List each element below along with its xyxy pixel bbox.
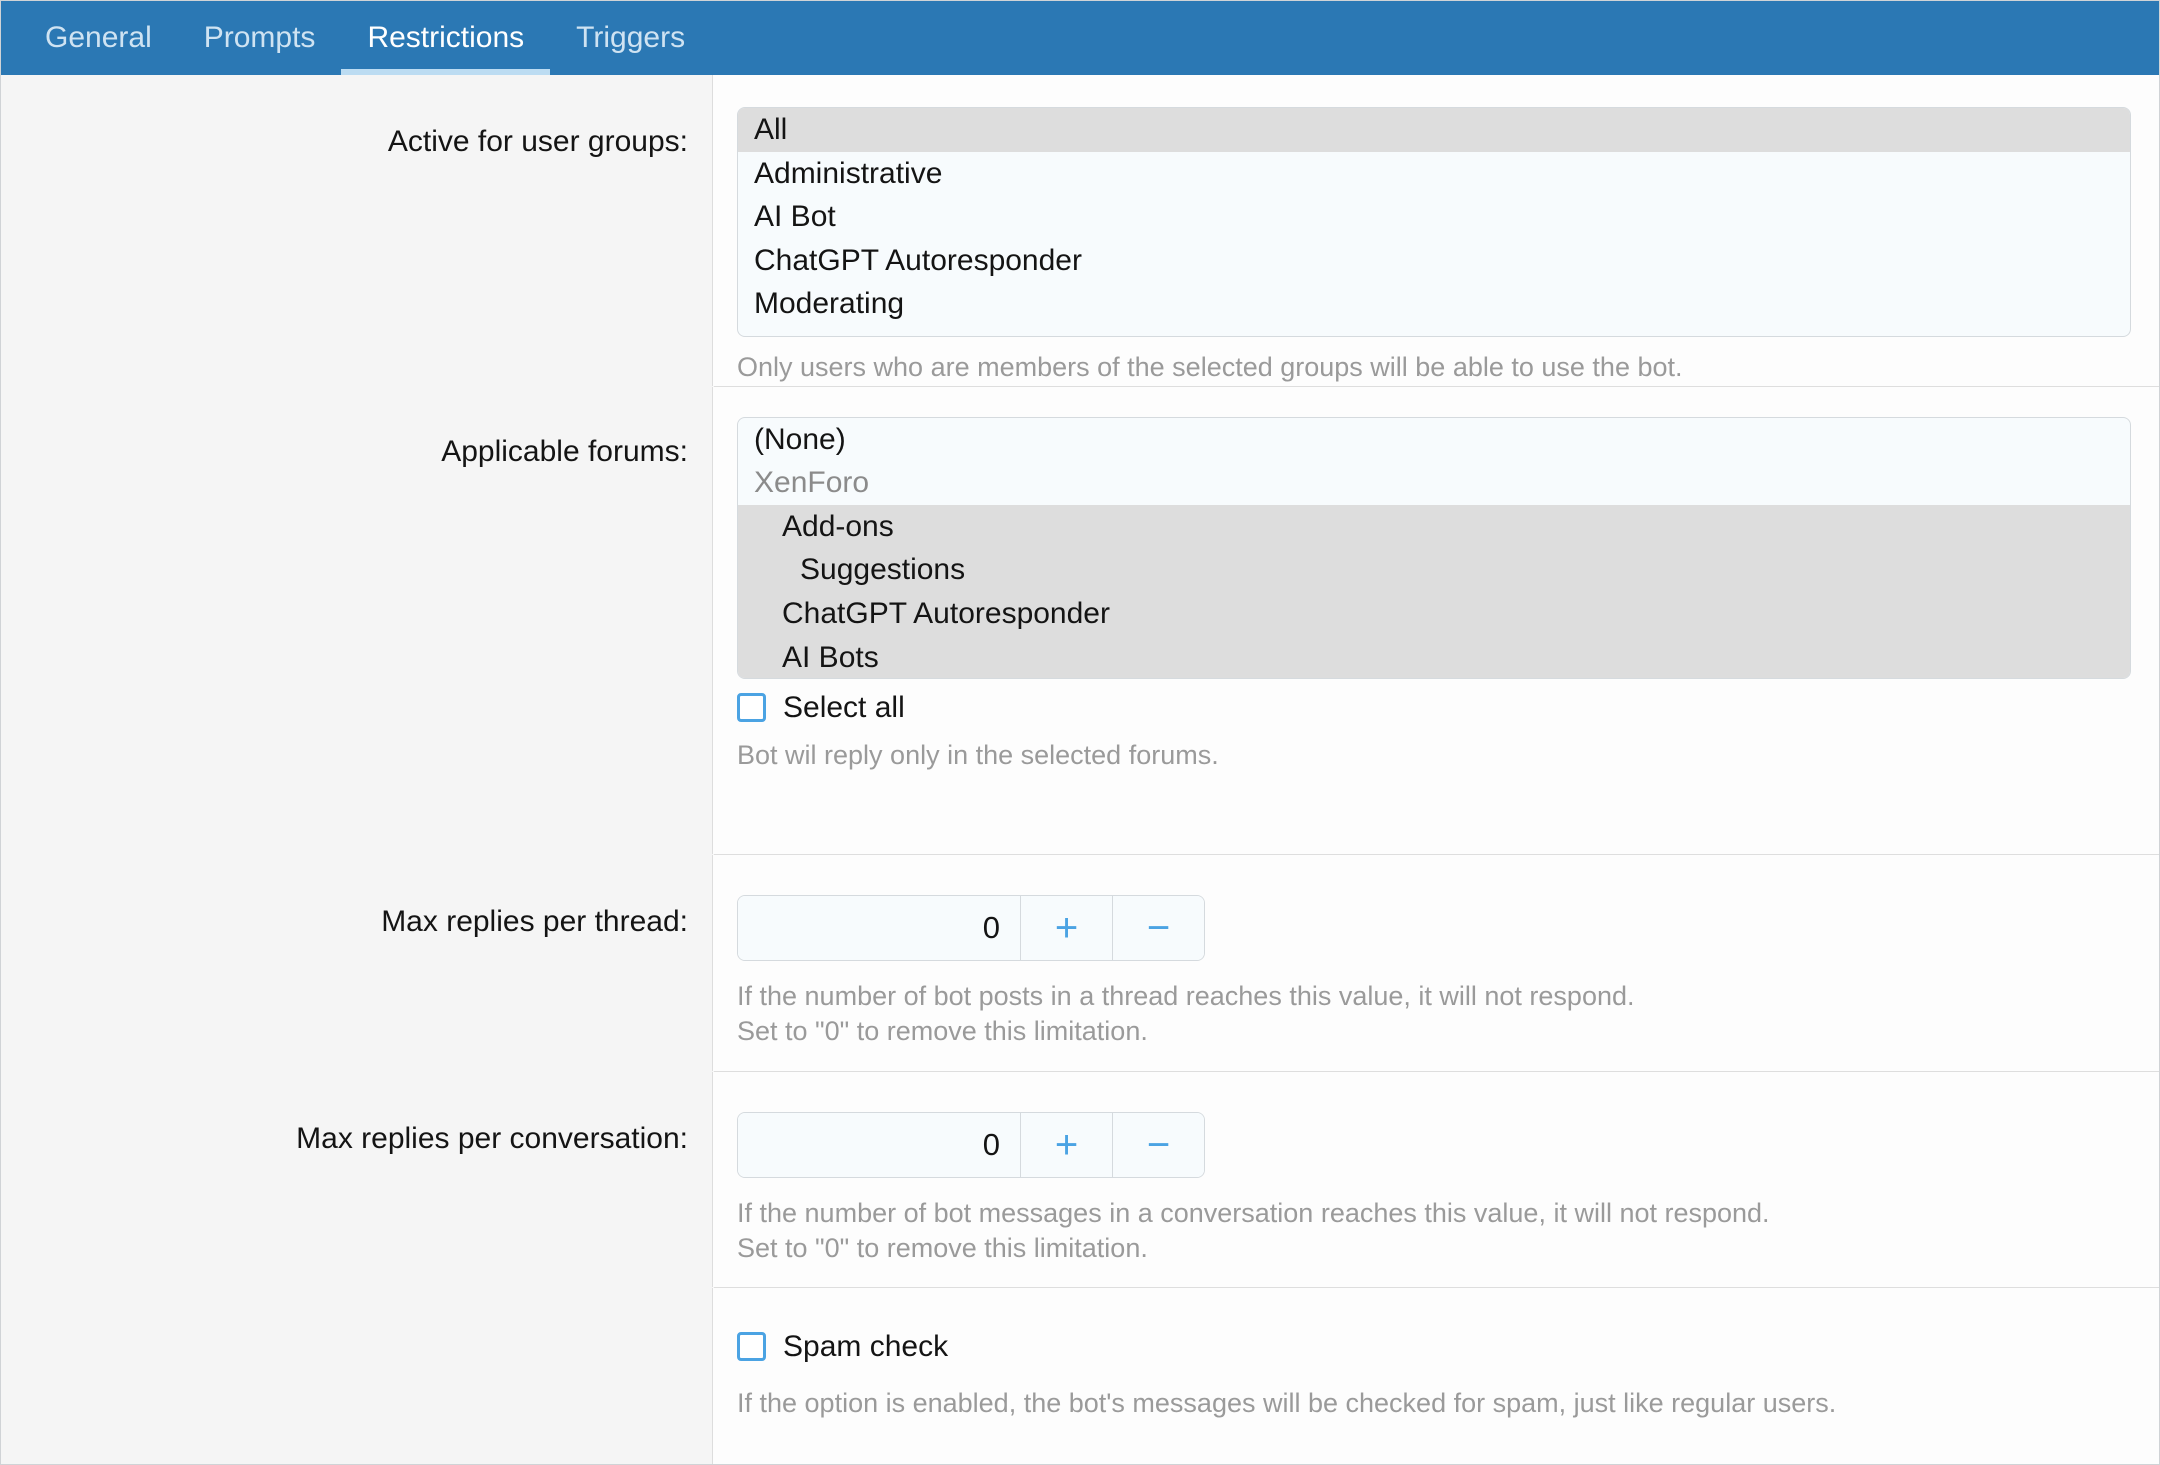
label-max-replies-per-thread: Max replies per thread: [1, 854, 713, 1071]
tab-general-label: General [45, 21, 152, 54]
hint-active-for-user-groups: Only users who are members of the select… [737, 337, 2131, 386]
forums-listbox[interactable]: (None) XenForo Add-ons Suggestions ChatG… [737, 416, 2131, 679]
list-item[interactable]: Moderating [738, 282, 2130, 326]
label-active-for-user-groups-text: Active for user groups: [387, 125, 688, 158]
row-applicable-forums: Applicable forums: (None) XenForo Add-on… [1, 386, 2159, 854]
list-item[interactable]: Administrative [738, 152, 2130, 196]
max-replies-per-thread-stepper[interactable]: 0 + − [737, 894, 1205, 961]
tab-general[interactable]: General [19, 1, 178, 75]
hint-applicable-forums: Bot wil reply only in the selected forum… [737, 725, 2131, 774]
list-item[interactable]: Suggestions [738, 548, 2130, 592]
hint-max-replies-per-conversation: If the number of bot messages in a conve… [737, 1178, 2131, 1267]
max-replies-per-conversation-input[interactable]: 0 [738, 1112, 1020, 1177]
row-spam-check: Spam check If the option is enabled, the… [1, 1287, 2159, 1464]
checkbox-icon[interactable] [737, 1332, 766, 1362]
list-item[interactable]: ChatGPT Autoresponder [738, 592, 2130, 636]
list-item-label: Administrative [754, 156, 943, 190]
label-active-for-user-groups: Active for user groups: [1, 75, 713, 386]
tab-restrictions-label: Restrictions [367, 21, 525, 54]
select-all-forums-checkbox-row[interactable]: Select all [737, 679, 2131, 725]
increment-button[interactable]: + [1020, 1112, 1112, 1177]
hint-text: Bot wil reply only in the selected forum… [737, 739, 1219, 770]
list-item[interactable]: (None) [738, 418, 2130, 462]
field-spam-check: Spam check If the option is enabled, the… [713, 1287, 2159, 1464]
tab-triggers[interactable]: Triggers [550, 1, 711, 75]
spam-check-label: Spam check [783, 1329, 949, 1363]
list-item[interactable]: AI Bots [738, 635, 2130, 678]
list-item[interactable]: AI Bot [738, 195, 2130, 239]
field-max-replies-per-conversation: 0 + − If the number of bot messages in a… [713, 1071, 2159, 1287]
row-max-replies-per-conversation: Max replies per conversation: 0 + − If t… [1, 1071, 2159, 1287]
field-max-replies-per-thread: 0 + − If the number of bot posts in a th… [713, 854, 2159, 1071]
settings-content: Active for user groups: All Administrati… [1, 75, 2159, 1464]
list-item-label: AI Bots [782, 640, 879, 674]
hint-text: If the option is enabled, the bot's mess… [737, 1387, 1837, 1418]
list-item[interactable]: Add-ons [738, 504, 2130, 549]
tab-prompts[interactable]: Prompts [178, 1, 342, 75]
user-groups-listbox[interactable]: All Administrative AI Bot ChatGPT Autore… [737, 107, 2131, 337]
list-item-label: Suggestions [800, 553, 966, 587]
decrement-button[interactable]: − [1112, 895, 1204, 960]
label-applicable-forums-text: Applicable forums: [441, 434, 688, 468]
list-group-label: XenForo [738, 461, 2130, 505]
field-active-for-user-groups: All Administrative AI Bot ChatGPT Autore… [713, 75, 2159, 386]
hint-spam-check: If the option is enabled, the bot's mess… [737, 1364, 2131, 1422]
list-item-label: Add-ons [782, 509, 894, 543]
tab-restrictions[interactable]: Restrictions [341, 1, 550, 75]
list-item-label: ChatGPT Autoresponder [782, 597, 1110, 630]
spam-check-checkbox-row[interactable]: Spam check [737, 1314, 2131, 1364]
select-all-forums-label: Select all [783, 690, 905, 724]
hint-text-line2: Set to "0" to remove this limitation. [737, 1233, 1148, 1264]
row-active-for-user-groups: Active for user groups: All Administrati… [1, 75, 2159, 386]
row-max-replies-per-thread: Max replies per thread: 0 + − If the num… [1, 854, 2159, 1071]
hint-text-line1: If the number of bot posts in a thread r… [737, 980, 1635, 1011]
increment-button[interactable]: + [1020, 895, 1112, 960]
list-item-label: ChatGPT Autoresponder [754, 243, 1082, 277]
label-spam-check [1, 1287, 713, 1464]
hint-max-replies-per-thread: If the number of bot posts in a thread r… [737, 961, 2131, 1050]
decrement-button[interactable]: − [1112, 1112, 1204, 1177]
tab-triggers-label: Triggers [576, 21, 686, 54]
tab-prompts-label: Prompts [203, 21, 316, 54]
hint-text-line2: Set to "0" to remove this limitation. [737, 1016, 1148, 1047]
hint-text-line1: If the number of bot messages in a conve… [737, 1197, 1770, 1228]
label-applicable-forums: Applicable forums: [1, 386, 713, 854]
label-max-replies-per-conversation-text: Max replies per conversation: [296, 1121, 688, 1155]
hint-text: Only users who are members of the select… [737, 352, 1683, 382]
field-applicable-forums: (None) XenForo Add-ons Suggestions ChatG… [713, 386, 2159, 854]
tab-bar: General Prompts Restrictions Triggers [1, 1, 2159, 75]
bot-settings-panel: General Prompts Restrictions Triggers Ac… [0, 0, 2160, 1465]
list-item[interactable]: ChatGPT Autoresponder [738, 239, 2130, 283]
list-item-label: All [754, 113, 788, 146]
max-replies-per-conversation-stepper[interactable]: 0 + − [737, 1111, 1205, 1178]
list-group-label-text: XenForo [754, 466, 870, 500]
list-item-label: (None) [754, 422, 846, 456]
list-item[interactable]: All [738, 108, 2130, 152]
list-item-label: AI Bot [754, 200, 836, 234]
max-replies-per-thread-input[interactable]: 0 [738, 895, 1020, 960]
checkbox-icon[interactable] [737, 693, 766, 723]
list-item-label: Moderating [754, 287, 905, 321]
label-max-replies-per-thread-text: Max replies per thread: [381, 904, 688, 938]
label-max-replies-per-conversation: Max replies per conversation: [1, 1071, 713, 1287]
